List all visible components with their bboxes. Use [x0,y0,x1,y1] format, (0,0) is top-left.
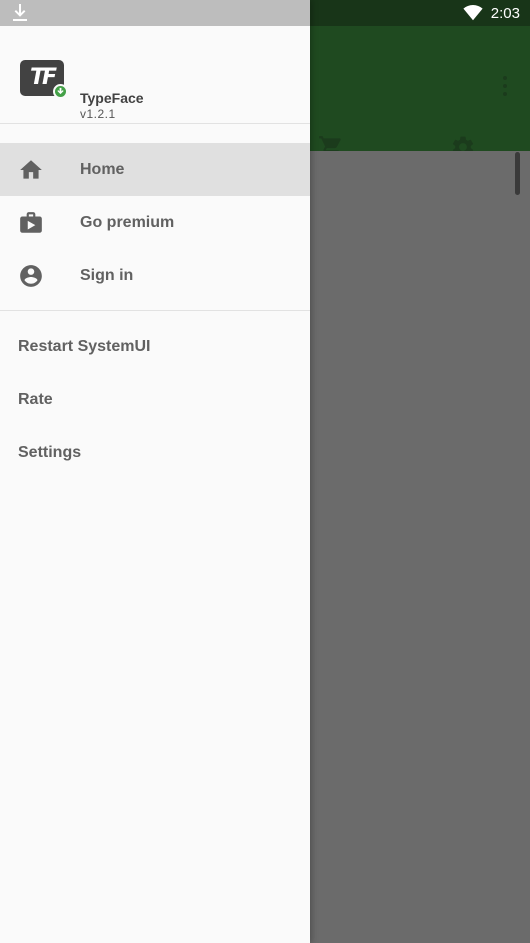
more-options-icon[interactable] [498,76,512,96]
app-version: v1.2.1 [80,107,116,121]
menu-item-label: Go premium [80,213,175,231]
menu-item-go-premium[interactable]: Go premium [0,196,310,249]
briefcase-play-icon [20,211,42,233]
menu-item-settings[interactable]: Settings [0,426,310,479]
download-icon [13,4,27,21]
menu-item-label: Sign in [80,266,134,284]
status-bar-right: 2:03 [463,0,520,26]
status-time: 2:03 [490,4,520,22]
wifi-icon [463,5,483,21]
scrollbar[interactable] [515,152,520,195]
menu-item-rate[interactable]: Rate [0,373,310,426]
drawer-status-bar [0,0,310,26]
app-logo: TF [20,60,68,100]
download-badge-icon [53,84,68,99]
home-icon [20,159,42,179]
drawer-header: TF TypeFace v1.2.1 [0,26,310,124]
navigation-drawer: TF TypeFace v1.2.1 Home Go premium Sign … [0,0,310,943]
menu-item-sign-in[interactable]: Sign in [0,249,310,302]
app-name: TypeFace [80,90,144,106]
menu-item-label: Home [80,160,125,178]
account-circle-icon [20,264,42,287]
menu-item-home[interactable]: Home [0,143,310,196]
secondary-menu: Restart SystemUI Rate Settings [0,311,310,479]
primary-menu: Home Go premium Sign in [0,124,310,311]
menu-item-restart-systemui[interactable]: Restart SystemUI [0,320,310,373]
